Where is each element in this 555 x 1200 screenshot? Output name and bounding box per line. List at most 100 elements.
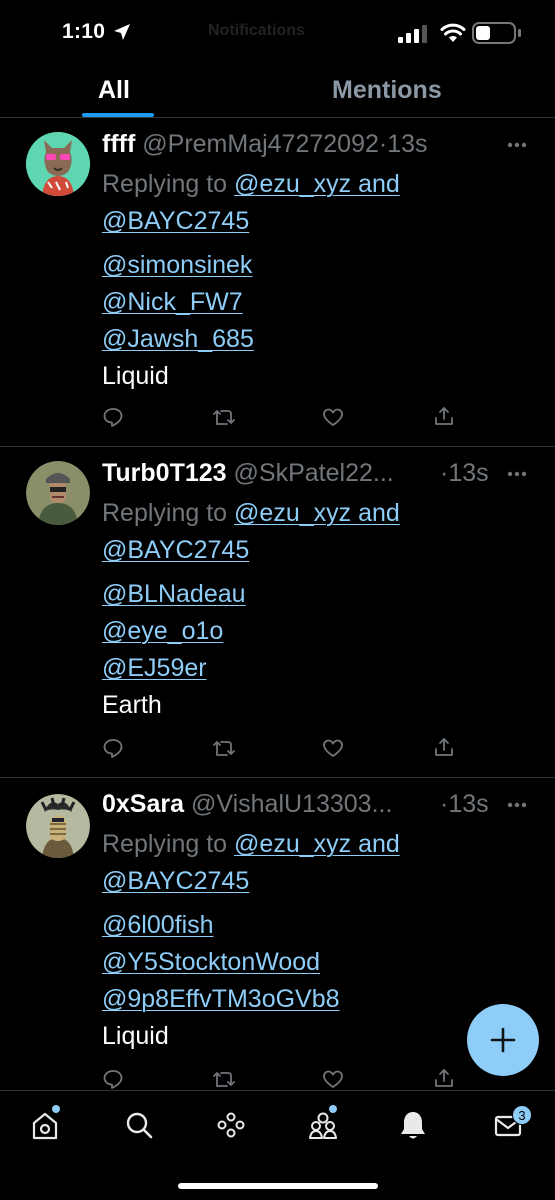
tweet-text: Earth — [102, 691, 162, 719]
nav-search[interactable] — [124, 1109, 154, 1146]
mention-link[interactable]: @EJ59er — [102, 654, 207, 682]
more-icon[interactable] — [507, 142, 527, 148]
mention-line: @9p8EffvTM3oGVb8 — [102, 985, 340, 1014]
tweet-time: 13s — [448, 790, 489, 818]
mention-line: @6l00fish — [102, 911, 214, 940]
mention-link[interactable]: @Y5StocktonWood — [102, 948, 320, 976]
more-icon[interactable] — [507, 471, 527, 477]
tweet-time: 13s — [387, 130, 428, 158]
location-arrow-icon — [114, 24, 130, 40]
retweet-icon[interactable] — [212, 1069, 236, 1089]
avatar[interactable] — [26, 794, 90, 858]
replying-to-label: Replying to — [102, 170, 228, 198]
status-bar: 1:10 Notifications — [0, 0, 555, 66]
status-time: 1:10 — [62, 20, 106, 43]
replying-line-1: Replying to @ezu_xyz and — [102, 499, 400, 528]
active-tab-indicator — [82, 113, 154, 117]
reply-icon[interactable] — [102, 406, 124, 428]
mention-link[interactable]: @simonsinek — [102, 251, 252, 279]
mention-link[interactable]: @Nick_FW7 — [102, 288, 243, 316]
mention-line: @BLNadeau — [102, 580, 246, 609]
reply-icon[interactable] — [102, 1068, 124, 1090]
nav-home[interactable] — [30, 1105, 60, 1146]
home-indicator — [178, 1183, 378, 1189]
battery-icon — [472, 22, 521, 44]
communities-new-dot — [329, 1105, 337, 1113]
like-icon[interactable] — [322, 1069, 344, 1089]
replying-line-1: Replying to @ezu_xyz and — [102, 170, 400, 199]
tweet-time-block: ·13s — [440, 790, 489, 819]
mention-line: @Y5StocktonWood — [102, 948, 320, 977]
replying-line-2: @BAYC2745 — [102, 536, 249, 565]
reply-target-link[interactable]: @ezu_xyz and — [234, 170, 400, 198]
user-handle[interactable]: @VishalU13303... — [191, 790, 392, 818]
share-icon[interactable] — [433, 736, 455, 758]
like-icon[interactable] — [322, 407, 344, 427]
nav-communities[interactable] — [307, 1105, 339, 1146]
replying-line-1: Replying to @ezu_xyz and — [102, 830, 400, 859]
spaces-icon — [217, 1112, 245, 1138]
notification-tabs: All Mentions — [0, 66, 555, 118]
reply-target-link[interactable]: @ezu_xyz and — [234, 499, 400, 527]
display-name[interactable]: 0xSara — [102, 790, 184, 818]
tweet-row[interactable]: Turb0T123 @SkPatel22... ·13s Replying to… — [0, 447, 555, 778]
compose-button[interactable] — [467, 1004, 539, 1076]
mention-line: @simonsinek — [102, 251, 252, 280]
replying-to-label: Replying to — [102, 830, 228, 858]
mention-link[interactable]: @6l00fish — [102, 911, 214, 939]
mention-line: @EJ59er — [102, 654, 207, 683]
mention-link[interactable]: @eye_o1o — [102, 617, 223, 645]
replying-line-2: @BAYC2745 — [102, 207, 249, 236]
tweet-header: ffff @PremMaj47272092·13s — [102, 130, 428, 159]
display-name[interactable]: ffff — [102, 130, 135, 158]
tweet-time-block: ·13s — [440, 459, 489, 488]
reply-target-link[interactable]: @BAYC2745 — [102, 536, 249, 564]
communities-icon — [309, 1112, 337, 1139]
avatar-image — [26, 132, 90, 196]
share-icon[interactable] — [433, 405, 455, 427]
mention-line: @Nick_FW7 — [102, 288, 243, 317]
avatar-image — [26, 794, 90, 858]
tab-mentions[interactable]: Mentions — [332, 76, 442, 105]
share-icon[interactable] — [433, 1067, 455, 1089]
search-icon — [126, 1112, 153, 1139]
reply-icon[interactable] — [102, 737, 124, 759]
home-icon — [32, 1112, 58, 1140]
nav-notifications[interactable] — [398, 1109, 428, 1146]
reply-target-link[interactable]: @BAYC2745 — [102, 207, 249, 235]
bell-icon — [401, 1112, 425, 1139]
signal-icon — [398, 25, 427, 43]
nav-spaces[interactable] — [216, 1109, 246, 1146]
user-handle[interactable]: @PremMaj47272092 — [142, 130, 379, 158]
reply-target-link[interactable]: @BAYC2745 — [102, 867, 249, 895]
mention-line: @eye_o1o — [102, 617, 223, 646]
messages-badge: 3 — [512, 1105, 532, 1125]
tweet-text: Liquid — [102, 1022, 169, 1050]
avatar[interactable] — [26, 132, 90, 196]
tweet-time: 13s — [448, 459, 489, 487]
compose-plus-icon — [490, 1027, 516, 1053]
mention-link[interactable]: @BLNadeau — [102, 580, 246, 608]
display-name[interactable]: Turb0T123 — [102, 459, 227, 487]
tweet-header: 0xSara @VishalU13303... — [102, 790, 392, 819]
tweet-row[interactable]: ffff @PremMaj47272092·13s Replying to @e… — [0, 118, 555, 447]
tweet-header: Turb0T123 @SkPatel22... — [102, 459, 394, 488]
retweet-icon[interactable] — [212, 738, 236, 758]
like-icon[interactable] — [322, 738, 344, 758]
avatar[interactable] — [26, 461, 90, 525]
tweet-text: Liquid — [102, 362, 169, 390]
wifi-icon — [440, 23, 466, 42]
avatar-image — [26, 461, 90, 525]
replying-line-2: @BAYC2745 — [102, 867, 249, 896]
mention-link[interactable]: @9p8EffvTM3oGVb8 — [102, 985, 340, 1013]
user-handle[interactable]: @SkPatel22... — [234, 459, 394, 487]
mention-link[interactable]: @Jawsh_685 — [102, 325, 254, 353]
reply-target-link[interactable]: @ezu_xyz and — [234, 830, 400, 858]
status-ghost-title: Notifications — [208, 22, 305, 39]
tab-all[interactable]: All — [98, 76, 130, 105]
replying-to-label: Replying to — [102, 499, 228, 527]
time-separator: · — [378, 130, 388, 158]
more-icon[interactable] — [507, 802, 527, 808]
retweet-icon[interactable] — [212, 407, 236, 427]
mention-line: @Jawsh_685 — [102, 325, 254, 354]
